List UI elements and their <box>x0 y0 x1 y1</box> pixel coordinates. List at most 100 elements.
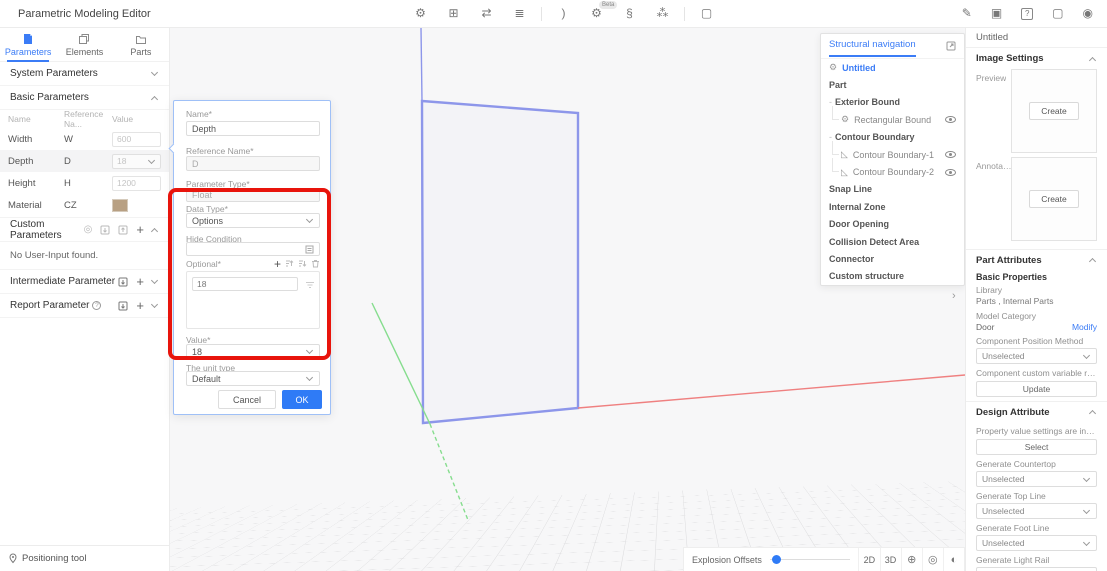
swap-icon[interactable]: ⇄ <box>470 0 503 27</box>
table-row-width[interactable]: Width W <box>0 128 169 150</box>
hide-condition-input[interactable] <box>186 242 320 256</box>
add-parameter-icon[interactable]: + <box>136 298 144 313</box>
export-box-icon[interactable] <box>118 225 128 235</box>
nav-item-snap-line[interactable]: Snap Line <box>821 181 964 198</box>
generate-countertop-select[interactable]: Unselected <box>976 471 1097 487</box>
cancel-button[interactable]: Cancel <box>218 390 276 409</box>
screenshot-icon[interactable]: ▣ <box>991 0 1002 27</box>
generate-top-line-select[interactable]: Unselected <box>976 503 1097 519</box>
sync-icon[interactable]: ◎ <box>84 224 93 235</box>
positioning-tool-label[interactable]: Positioning tool <box>22 553 86 564</box>
design-attribute-header[interactable]: Design Attribute <box>966 401 1107 422</box>
add-option-icon[interactable]: + <box>274 257 281 271</box>
create-preview-button[interactable]: Create <box>1029 102 1079 120</box>
unit-type-select[interactable]: Default <box>186 371 320 386</box>
material-swatch[interactable] <box>112 199 128 212</box>
create-annotated-button[interactable]: Create <box>1029 190 1079 208</box>
tab-elements[interactable]: Elements <box>56 28 112 61</box>
nav-item-part[interactable]: Part <box>821 76 964 93</box>
update-button[interactable]: Update <box>976 381 1097 397</box>
param-name: Material <box>8 200 64 211</box>
nav-item-untitled[interactable]: ⚙Untitled <box>821 59 964 76</box>
add-parameter-icon[interactable]: + <box>136 274 144 289</box>
import-box-icon[interactable] <box>118 301 128 311</box>
structural-navigation-title[interactable]: Structural navigation <box>829 35 916 57</box>
modify-link[interactable]: Modify <box>1072 322 1097 332</box>
nav-item-custom-structure[interactable]: Custom structure <box>821 268 964 285</box>
nav-label: Door Opening <box>829 219 889 229</box>
nav-item-connector[interactable]: Connector <box>821 250 964 267</box>
nav-item-contour-boundary-1[interactable]: ◺Contour Boundary-1 <box>821 146 964 163</box>
reference-name-input[interactable] <box>186 156 320 171</box>
gizmo-glyph: ⊕ <box>907 553 916 566</box>
edit-pencil-icon[interactable]: ✎ <box>962 0 972 27</box>
contrast-icon[interactable]: ◐ <box>943 548 964 571</box>
visibility-eye-icon[interactable] <box>945 169 956 176</box>
sort-up-icon[interactable] <box>285 259 294 270</box>
positioning-pin-icon <box>8 553 18 564</box>
beta-feature-icon[interactable]: ⚙Beta <box>580 0 613 27</box>
height-value-input[interactable] <box>112 176 161 191</box>
parameter-type-input[interactable] <box>186 188 320 202</box>
arc-tool-icon[interactable]: ) <box>547 0 580 27</box>
question-mark-icon[interactable]: ? <box>92 301 101 310</box>
sort-down-icon[interactable] <box>298 259 307 270</box>
import-box-icon[interactable] <box>100 225 110 235</box>
nav-item-contour-boundary-2[interactable]: ◺Contour Boundary-2 <box>821 163 964 180</box>
delete-option-icon[interactable] <box>311 259 320 270</box>
grid-view-icon[interactable]: ⊞ <box>437 0 470 27</box>
tab-parts[interactable]: Parts <box>113 28 169 61</box>
document-icon[interactable]: ▢ <box>1052 0 1063 27</box>
chevron-down-icon <box>151 301 158 308</box>
name-input[interactable] <box>186 121 320 136</box>
depth-value-select[interactable]: 18 <box>112 154 161 169</box>
slider-knob[interactable] <box>772 555 781 564</box>
system-parameters-header[interactable]: System Parameters <box>0 62 169 86</box>
explosion-slider[interactable] <box>770 559 851 560</box>
nav-item-collision-detect-area[interactable]: Collision Detect Area <box>821 233 964 250</box>
formula-icon[interactable] <box>305 244 314 254</box>
intermediate-parameter-header[interactable]: Intermediate Parameter + <box>0 270 169 294</box>
panel-expand-icon[interactable] <box>946 41 956 52</box>
list-settings-icon[interactable]: ≣ <box>503 0 536 27</box>
view-3d-button[interactable]: 3D <box>880 548 901 571</box>
report-parameter-header[interactable]: Report Parameter ? + <box>0 294 169 318</box>
filter-icon[interactable] <box>305 280 315 291</box>
ok-button[interactable]: OK <box>282 390 322 409</box>
nav-item-exterior-bound[interactable]: -Exterior Bound <box>821 94 964 111</box>
visibility-eye-icon[interactable] <box>945 151 956 158</box>
visibility-eye-icon[interactable] <box>945 116 956 123</box>
tab-parameters[interactable]: Parameters <box>0 28 56 61</box>
table-row-height[interactable]: Height H <box>0 172 169 194</box>
custom-parameters-header[interactable]: Custom Parameters ◎ + <box>0 218 169 242</box>
link-icon[interactable]: § <box>613 0 646 27</box>
component-settings-icon[interactable]: ⚙ <box>404 0 437 27</box>
axes-gizmo-icon[interactable]: ⊕ <box>901 548 922 571</box>
image-settings-header[interactable]: Image Settings <box>966 48 1107 69</box>
generate-foot-line-select[interactable]: Unselected <box>976 535 1097 551</box>
help-icon[interactable]: ? <box>1021 0 1033 27</box>
table-row-depth[interactable]: Depth D 18 <box>0 150 169 172</box>
table-row-material[interactable]: Material CZ <box>0 194 169 218</box>
view-2d-button[interactable]: 2D <box>858 548 879 571</box>
part-attributes-header[interactable]: Part Attributes <box>966 249 1107 270</box>
data-type-select[interactable]: Options <box>186 213 320 228</box>
nav-item-contour-boundary[interactable]: -Contour Boundary <box>821 129 964 146</box>
panel-collapse-handle[interactable]: › <box>952 290 956 302</box>
option-value-input[interactable] <box>192 277 298 291</box>
add-parameter-icon[interactable]: + <box>136 222 144 237</box>
width-value-input[interactable] <box>112 132 161 147</box>
new-document-icon[interactable]: ▢ <box>690 0 723 27</box>
select-button[interactable]: Select <box>976 439 1097 455</box>
nav-item-door-opening[interactable]: Door Opening <box>821 216 964 233</box>
settings-gear-icon[interactable]: ◉ <box>1083 0 1093 27</box>
basic-parameters-header[interactable]: Basic Parameters <box>0 86 169 110</box>
value-select[interactable]: 18 <box>186 344 320 359</box>
generate-light-rail-select[interactable]: Unselected <box>976 567 1097 571</box>
visibility-icon[interactable]: ◎ <box>922 548 943 571</box>
node-connect-icon[interactable]: ⁂ <box>646 0 679 27</box>
nav-item-rectangular-bound[interactable]: ⚙Rectangular Bound <box>821 111 964 128</box>
import-box-icon[interactable] <box>118 277 128 287</box>
nav-item-internal-zone[interactable]: Internal Zone <box>821 198 964 215</box>
component-position-select[interactable]: Unselected <box>976 348 1097 364</box>
